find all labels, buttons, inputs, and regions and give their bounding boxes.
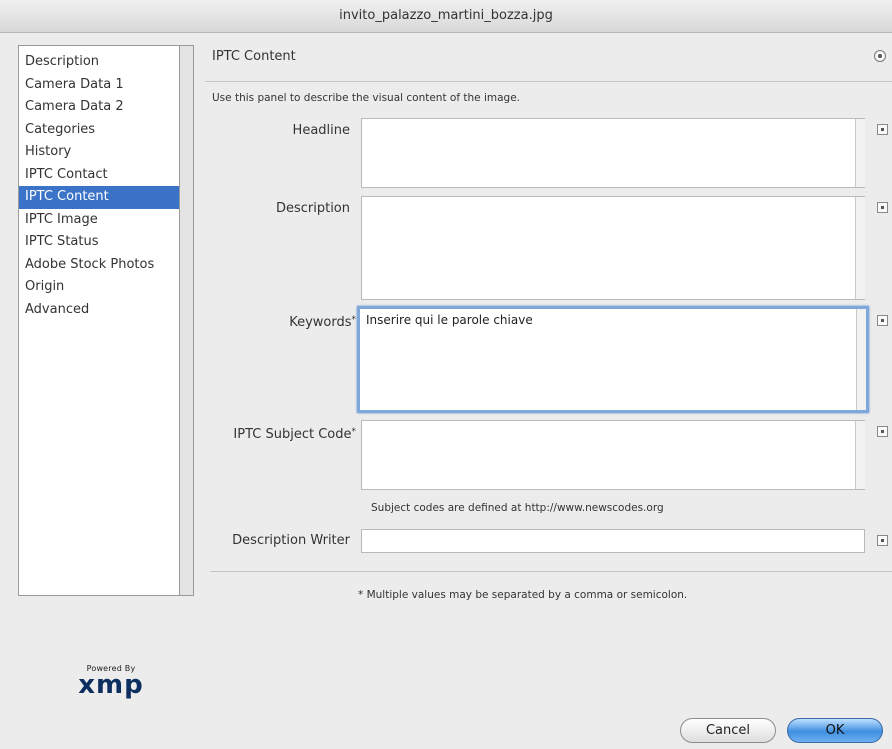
- subject-code-label: IPTC Subject Code*: [200, 427, 356, 442]
- description-label: Description: [200, 201, 350, 216]
- xmp-logo: Powered By xmp: [66, 664, 156, 700]
- footer-divider: [210, 571, 892, 572]
- subject-code-label-text: IPTC Subject Code: [233, 427, 352, 442]
- sidebar-item-camera-data-2[interactable]: Camera Data 2: [19, 96, 179, 119]
- headline-scrollbar[interactable]: [855, 119, 865, 187]
- keywords-field[interactable]: Inserire qui le parole chiave: [357, 306, 869, 413]
- panel-description: Use this panel to describe the visual co…: [212, 92, 520, 104]
- logo-wordmark: xmp: [78, 670, 144, 700]
- description-scrollbar[interactable]: [855, 197, 865, 299]
- headline-label-text: Headline: [292, 123, 350, 138]
- sidebar-item-iptc-contact[interactable]: IPTC Contact: [19, 164, 179, 187]
- description-writer-field[interactable]: [361, 529, 865, 553]
- headline-field[interactable]: [361, 118, 865, 188]
- keywords-menu-button[interactable]: [877, 315, 888, 326]
- keywords-label-text: Keywords: [289, 315, 352, 330]
- keywords-scrollbar[interactable]: [856, 309, 866, 410]
- description-writer-menu-button[interactable]: [877, 535, 888, 546]
- sidebar-item-iptc-image[interactable]: IPTC Image: [19, 209, 179, 232]
- subject-code-hint: Subject codes are defined at http://www.…: [371, 502, 664, 514]
- cancel-button[interactable]: Cancel: [680, 718, 776, 743]
- sidebar-item-iptc-status[interactable]: IPTC Status: [19, 231, 179, 254]
- sidebar-item-description[interactable]: Description: [19, 51, 179, 74]
- description-menu-button[interactable]: [877, 202, 888, 213]
- headline-label: Headline: [200, 123, 350, 138]
- sidebar-item-adobe-stock-photos[interactable]: Adobe Stock Photos: [19, 254, 179, 277]
- subject-code-field[interactable]: [361, 420, 865, 490]
- window-title: invito_palazzo_martini_bozza.jpg: [0, 0, 892, 33]
- sidebar-item-history[interactable]: History: [19, 141, 179, 164]
- headline-menu-button[interactable]: [877, 124, 888, 135]
- sidebar-item-iptc-content[interactable]: IPTC Content: [19, 186, 179, 209]
- multi-value-marker: *: [351, 427, 357, 437]
- description-label-text: Description: [275, 201, 350, 216]
- subject-code-menu-button[interactable]: [877, 426, 888, 437]
- sidebar-item-origin[interactable]: Origin: [19, 276, 179, 299]
- footnote: * Multiple values may be separated by a …: [358, 589, 688, 601]
- sidebar-item-camera-data-1[interactable]: Camera Data 1: [19, 74, 179, 97]
- category-list: Description Camera Data 1 Camera Data 2 …: [18, 45, 180, 596]
- sidebar-scrollbar[interactable]: [180, 45, 194, 596]
- keywords-label: Keywords*: [200, 315, 356, 330]
- ok-button[interactable]: OK: [787, 718, 883, 743]
- sidebar-item-categories[interactable]: Categories: [19, 119, 179, 142]
- subject-code-scrollbar[interactable]: [855, 421, 865, 489]
- description-writer-label: Description Writer: [200, 533, 350, 548]
- panel-title: IPTC Content: [212, 49, 296, 64]
- multi-value-marker: *: [351, 315, 357, 325]
- description-field[interactable]: [361, 196, 865, 300]
- sidebar-item-advanced[interactable]: Advanced: [19, 299, 179, 322]
- header-divider: [205, 81, 892, 82]
- panel-menu-icon[interactable]: [874, 50, 886, 62]
- description-writer-label-text: Description Writer: [232, 533, 350, 548]
